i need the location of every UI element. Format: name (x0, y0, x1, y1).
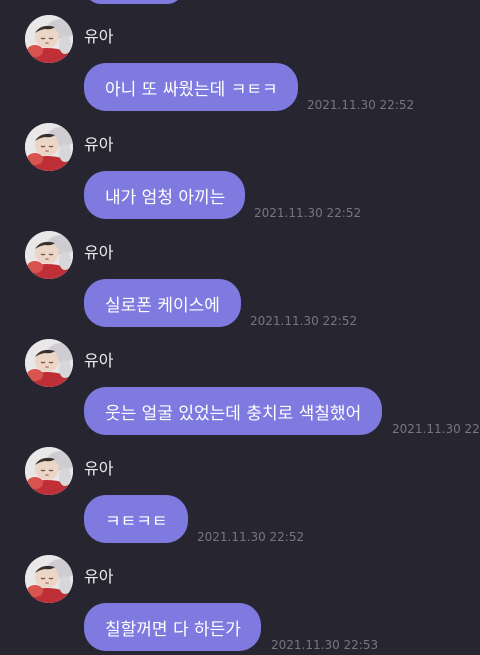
message-row: 유아 웃는 얼굴 있었는데 충치로 색칠했어 2021.11.30 22:52 (0, 339, 480, 439)
message-row: 유아 아니 또 싸웠는데 ㅋㅌㅋ 2021.11.30 22:52 (0, 15, 480, 115)
baby-avatar-icon[interactable] (25, 447, 73, 495)
baby-avatar-icon[interactable] (25, 15, 73, 63)
message-row: 유아 ㅋㅌㅋㅌ 2021.11.30 22:52 (0, 447, 480, 547)
message-bubble[interactable]: 칠할꺼면 다 하든가 (84, 603, 261, 651)
sender-name: 유아 (84, 459, 114, 478)
message-bubble[interactable]: ㅋㅌㅋㅌ (84, 495, 188, 543)
message-row: 유아 내가 엄청 아끼는 2021.11.30 22:52 (0, 123, 480, 223)
baby-avatar-icon[interactable] (25, 555, 73, 603)
message-bubble[interactable]: 실로폰 케이스에 (84, 279, 241, 327)
message-row: 유아 칠할꺼면 다 하든가 2021.11.30 22:53 (0, 555, 480, 655)
message-timestamp: 2021.11.30 22:52 (254, 206, 362, 220)
message-bubble[interactable]: 웃는 얼굴 있었는데 충치로 색칠했어 (84, 387, 382, 435)
message-timestamp: 2021.11.30 22:52 (250, 314, 358, 328)
sender-name: 유아 (84, 27, 114, 46)
message-row: 유아 실로폰 케이스에 2021.11.30 22:52 (0, 231, 480, 331)
baby-avatar-icon[interactable] (25, 123, 73, 171)
baby-avatar-icon[interactable] (25, 339, 73, 387)
message-bubble[interactable]: 아니 또 싸웠는데 ㅋㅌㅋ (84, 63, 298, 111)
previous-message-bubble (84, 0, 184, 4)
sender-name: 유아 (84, 351, 114, 370)
baby-avatar-icon[interactable] (25, 231, 73, 279)
message-bubble[interactable]: 내가 엄청 아끼는 (84, 171, 245, 219)
message-timestamp: 2021.11.30 22:52 (392, 422, 480, 436)
sender-name: 유아 (84, 567, 114, 586)
sender-name: 유아 (84, 243, 114, 262)
message-timestamp: 2021.11.30 22:53 (271, 638, 379, 652)
message-timestamp: 2021.11.30 22:52 (197, 530, 305, 544)
sender-name: 유아 (84, 135, 114, 154)
message-timestamp: 2021.11.30 22:52 (307, 98, 415, 112)
